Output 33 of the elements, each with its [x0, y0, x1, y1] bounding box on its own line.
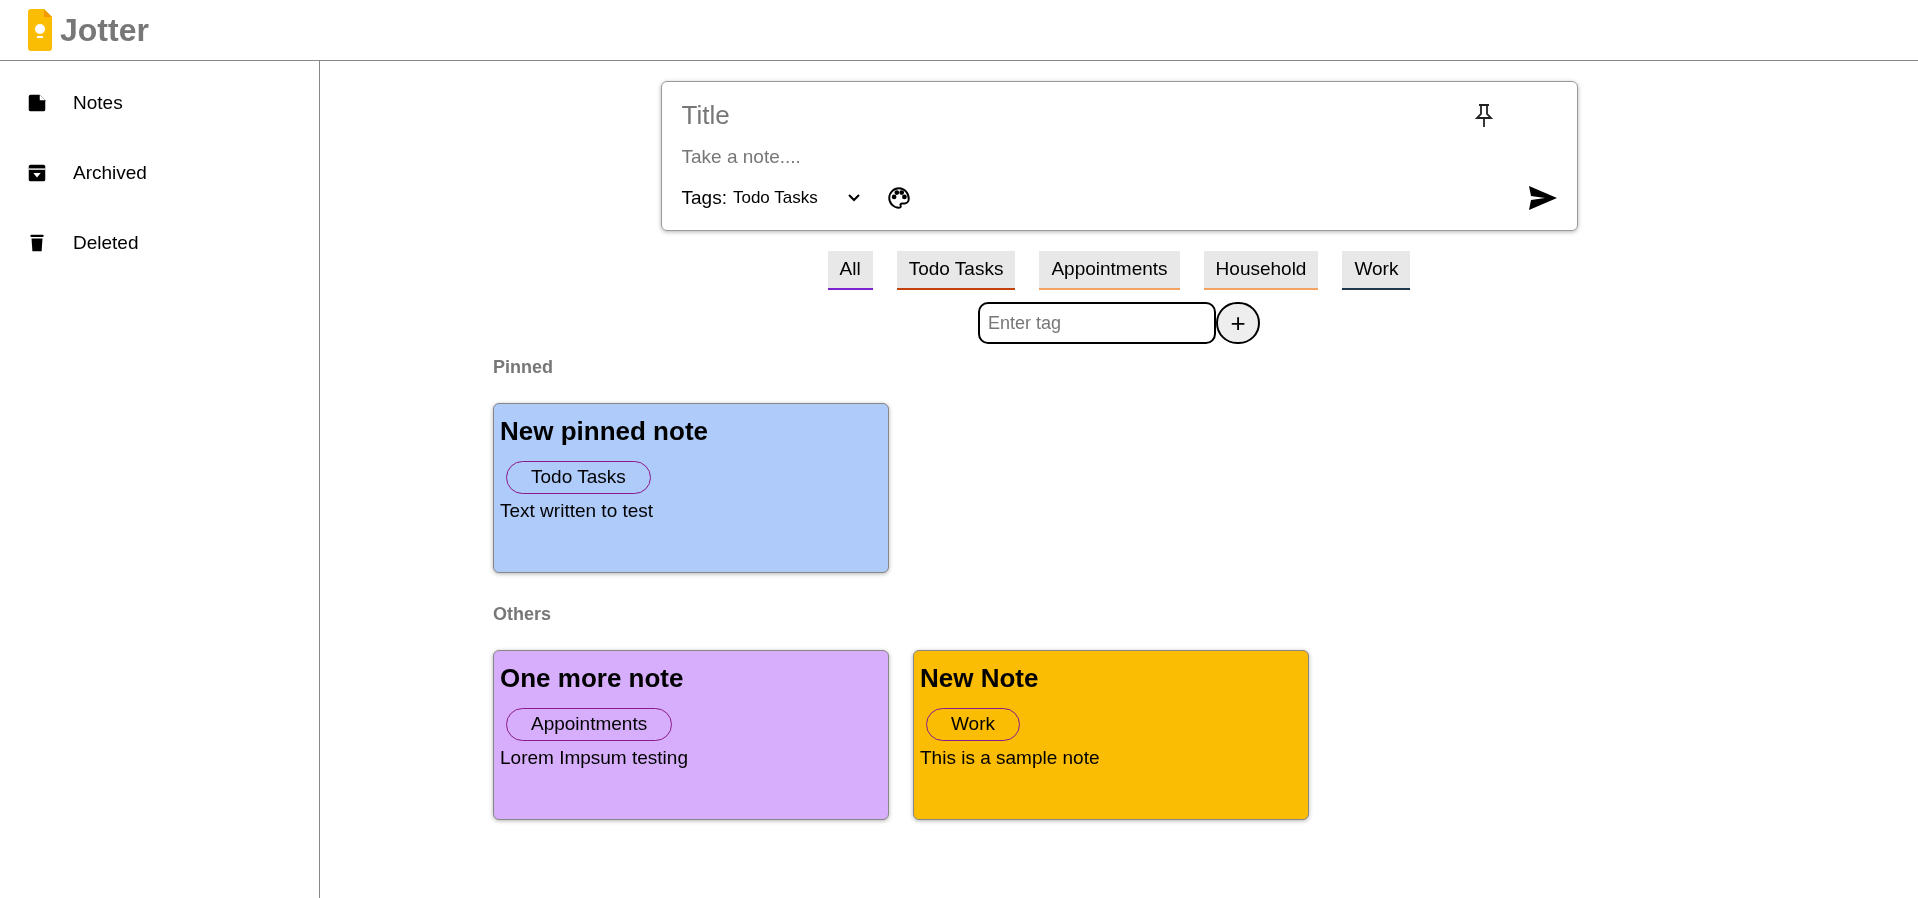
tag-filter-tab[interactable]: Work: [1342, 251, 1411, 290]
section-heading: Others: [493, 603, 553, 626]
note-text: Lorem Impsum testing: [500, 746, 688, 770]
note-card[interactable]: New pinned note Todo Tasks Text written to test: [493, 403, 889, 573]
note-icon: [26, 92, 48, 114]
tag-filter-tab[interactable]: Todo Tasks: [896, 251, 1016, 290]
sidebar-item[interactable]: Archived: [0, 151, 319, 195]
send-icon[interactable]: [1528, 185, 1557, 210]
tags-label: Tags:: [681, 185, 727, 210]
note-body-field[interactable]: Take a note....: [681, 143, 1557, 172]
tag-filter-tab[interactable]: Household: [1203, 251, 1319, 290]
title-field[interactable]: Title: [681, 96, 1473, 135]
tag-filter-tab[interactable]: Appointments: [1039, 251, 1180, 290]
tag-filter-tab[interactable]: All: [827, 251, 873, 290]
palette-icon[interactable]: [885, 184, 912, 211]
note-text: This is a sample note: [920, 746, 1100, 770]
chevron-down-icon: [847, 193, 860, 202]
app-title: Jotter: [60, 11, 149, 50]
sidebar-item[interactable]: Deleted: [0, 221, 319, 265]
note-title: New Note: [920, 662, 1039, 695]
lightbulb-note-logo-icon: [28, 9, 52, 51]
tag-input-field[interactable]: Enter tag: [978, 302, 1216, 344]
section-heading: Pinned: [493, 356, 554, 379]
note-title: New pinned note: [500, 415, 708, 448]
archive-icon: [26, 162, 48, 184]
note-title: One more note: [500, 662, 684, 695]
sidebar-item[interactable]: Notes: [0, 81, 319, 125]
note-card[interactable]: One more note Appointments Lorem Impsum testing: [493, 650, 889, 820]
tag-select[interactable]: Todo Tasks: [732, 185, 860, 211]
pin-icon[interactable]: [1472, 102, 1495, 129]
note-card[interactable]: New Note Work This is a sample note: [913, 650, 1309, 820]
add-tag-button[interactable]: +: [1216, 302, 1260, 344]
note-text: Text written to test: [500, 499, 654, 523]
